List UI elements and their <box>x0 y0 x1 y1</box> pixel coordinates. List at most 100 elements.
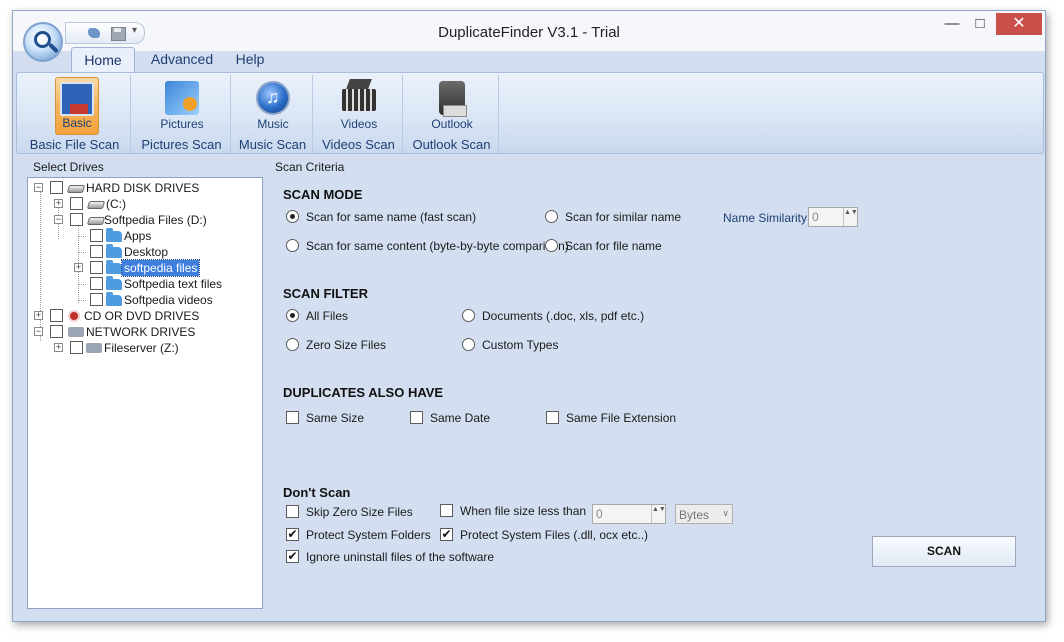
name-similarity-spinner[interactable]: 0 ▲▼ <box>808 207 858 227</box>
outlook-button[interactable]: Outlook <box>419 77 485 135</box>
tree-checkbox[interactable] <box>70 213 83 226</box>
checkbox-checked[interactable]: ✔ <box>286 550 299 563</box>
app-window: DuplicateFinder V3.1 - Trial ▾ — □ ✕ Hom… <box>12 10 1046 622</box>
radio-button[interactable] <box>462 309 475 322</box>
music-button[interactable]: Music <box>243 77 303 135</box>
spinner-arrows-icon[interactable]: ▲▼ <box>651 505 666 523</box>
tab-help[interactable]: Help <box>227 47 273 73</box>
minimize-button[interactable]: — <box>937 13 967 35</box>
checkbox[interactable] <box>546 411 559 424</box>
tree-label-selected: softpedia files <box>120 259 201 277</box>
radio-label: Documents (.doc, xls, pdf etc.) <box>482 309 645 323</box>
folder-icon <box>106 244 122 258</box>
checkbox[interactable] <box>410 411 423 424</box>
collapse-icon[interactable]: − <box>34 183 43 192</box>
group-label-basic: Basic File Scan <box>29 137 120 152</box>
ribbon: Basic Basic File Scan Pictures Pictures … <box>16 72 1044 154</box>
maximize-button[interactable]: □ <box>965 13 995 35</box>
dont-scan-title: Don't Scan <box>283 485 351 500</box>
select-value: Bytes <box>679 508 710 522</box>
outlook-button-label: Outlook <box>431 117 473 131</box>
radio-button[interactable] <box>286 309 299 322</box>
videos-icon <box>342 89 376 111</box>
collapse-icon[interactable]: − <box>54 215 63 224</box>
group-videos-scan: Videos Videos Scan <box>315 75 403 153</box>
drives-tree[interactable]: − HARD DISK DRIVES + (C:) − Softpedia Fi… <box>27 177 263 609</box>
tree-label: Apps <box>124 229 152 243</box>
spinner-arrows-icon[interactable]: ▲▼ <box>843 208 858 226</box>
radio-button[interactable] <box>286 239 299 252</box>
title-bar: DuplicateFinder V3.1 - Trial ▾ — □ ✕ <box>13 11 1045 51</box>
name-similarity-label: Name Similarity <box>723 211 808 225</box>
hard-drive-icon <box>86 217 106 225</box>
checkbox[interactable] <box>286 505 299 518</box>
save-icon[interactable] <box>110 26 126 41</box>
tree-checkbox[interactable] <box>90 277 103 290</box>
app-menu-button[interactable] <box>23 22 63 62</box>
group-pictures-scan: Pictures Pictures Scan <box>133 75 231 153</box>
file-size-spinner[interactable]: 0 ▲▼ <box>592 504 666 524</box>
tree-label: NETWORK DRIVES <box>86 325 196 339</box>
tree-label: Fileserver (Z:) <box>104 341 179 355</box>
tree-checkbox[interactable] <box>70 341 83 354</box>
radio-button[interactable] <box>286 210 299 223</box>
undo-icon[interactable] <box>86 26 102 40</box>
tree-checkbox[interactable] <box>90 229 103 242</box>
tree-checkbox[interactable] <box>90 261 103 274</box>
checkbox-label: Same Date <box>430 411 491 425</box>
tree-label: Softpedia videos <box>124 293 213 307</box>
radio-button[interactable] <box>462 338 475 351</box>
checkbox-checked[interactable]: ✔ <box>440 528 453 541</box>
folder-icon <box>106 276 122 290</box>
radio-label: All Files <box>306 309 349 323</box>
music-button-label: Music <box>257 117 289 131</box>
checkbox-label: Skip Zero Size Files <box>306 505 413 519</box>
chevron-down-icon: ∨ <box>722 508 729 518</box>
pictures-button-label: Pictures <box>160 117 204 131</box>
checkbox-checked[interactable]: ✔ <box>286 528 299 541</box>
tree-checkbox[interactable] <box>50 181 63 194</box>
scan-criteria-label: Scan Criteria <box>275 160 345 174</box>
folder-icon <box>106 228 122 242</box>
expand-icon[interactable]: + <box>54 343 63 352</box>
spinner-value: 0 <box>812 210 819 224</box>
group-label-outlook: Outlook Scan <box>412 137 491 152</box>
tree-checkbox[interactable] <box>50 309 63 322</box>
expand-icon[interactable]: + <box>74 263 83 272</box>
tree-label: HARD DISK DRIVES <box>86 181 200 195</box>
expand-icon[interactable]: + <box>54 199 63 208</box>
size-unit-select[interactable]: Bytes ∨ <box>675 504 733 524</box>
expand-icon[interactable]: + <box>34 311 43 320</box>
duplicates-title: DUPLICATES ALSO HAVE <box>283 385 444 400</box>
tree-checkbox[interactable] <box>70 197 83 210</box>
tab-home[interactable]: Home <box>71 47 135 73</box>
checkbox[interactable] <box>286 411 299 424</box>
tab-advanced[interactable]: Advanced <box>141 47 223 73</box>
cd-drive-icon <box>68 310 80 322</box>
basic-button[interactable]: Basic <box>55 77 99 135</box>
outlook-icon <box>439 81 467 117</box>
checkbox[interactable] <box>440 504 453 517</box>
checkbox-label: Protect System Files (.dll, ocx etc..) <box>460 528 649 542</box>
radio-label: Scan for same content (byte-by-byte comp… <box>306 239 569 253</box>
collapse-icon[interactable]: − <box>34 327 43 336</box>
group-basic-file-scan: Basic Basic File Scan <box>19 75 131 153</box>
tree-checkbox[interactable] <box>90 245 103 258</box>
network-drive-icon <box>86 343 102 353</box>
close-button[interactable]: ✕ <box>996 13 1042 35</box>
radio-label: Scan for file name <box>565 239 662 253</box>
group-label-pictures: Pictures Scan <box>141 137 222 152</box>
scan-button[interactable]: SCAN <box>872 536 1016 567</box>
radio-label: Scan for same name (fast scan) <box>306 210 477 224</box>
radio-button[interactable] <box>286 338 299 351</box>
checkbox-label: Ignore uninstall files of the software <box>306 550 495 564</box>
radio-label: Zero Size Files <box>306 338 387 352</box>
tree-checkbox[interactable] <box>90 293 103 306</box>
tree-checkbox[interactable] <box>50 325 63 338</box>
radio-button[interactable] <box>545 239 558 252</box>
pictures-button[interactable]: Pictures <box>145 77 219 135</box>
customize-toolbar-icon[interactable]: ▾ <box>132 25 137 36</box>
folder-icon <box>106 292 122 306</box>
radio-button[interactable] <box>545 210 558 223</box>
videos-button[interactable]: Videos <box>327 77 391 135</box>
